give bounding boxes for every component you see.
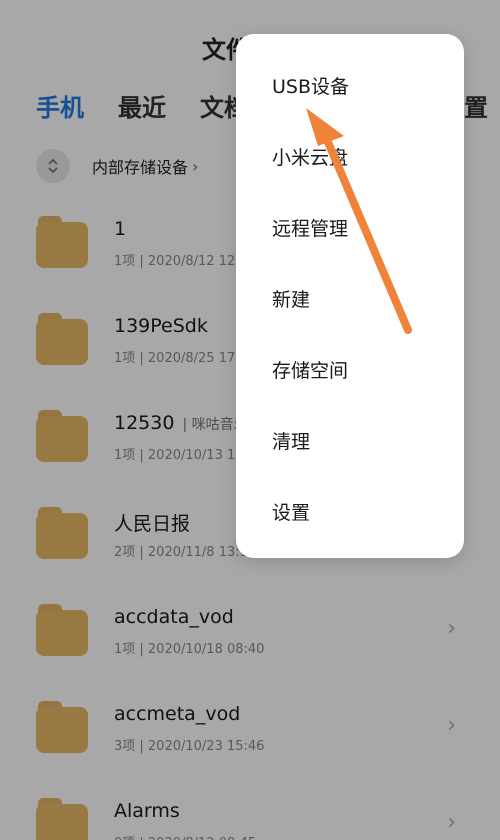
- menu-item-mi-cloud[interactable]: 小米云盘: [272, 143, 348, 170]
- menu-item-settings[interactable]: 设置: [272, 498, 310, 525]
- popup-menu: USB设备 小米云盘 远程管理 新建 存储空间 清理 设置: [236, 34, 464, 558]
- menu-item-usb-device[interactable]: USB设备: [272, 72, 349, 99]
- file-manager-screen: 文件管理 手机 最近 文档 设置 内部存储设备 › 1 1项 | 2020/8/…: [0, 0, 500, 840]
- menu-item-remote-manage[interactable]: 远程管理: [272, 214, 348, 241]
- menu-item-storage[interactable]: 存储空间: [272, 356, 348, 383]
- menu-item-clean[interactable]: 清理: [272, 427, 310, 454]
- menu-item-new[interactable]: 新建: [272, 285, 310, 312]
